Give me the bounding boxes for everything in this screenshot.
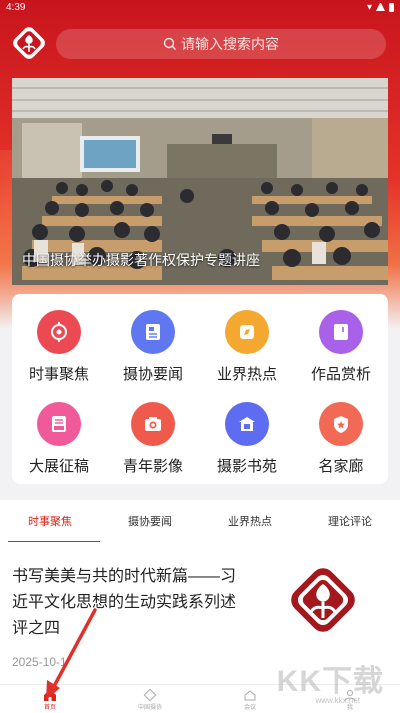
nav-association[interactable]: 中国摄协	[100, 685, 200, 713]
grid-item-label: 大展征稿	[28, 458, 89, 475]
tab-label: 业界热点	[228, 516, 272, 528]
grid-item-shangxi[interactable]: 作品赏析	[294, 294, 388, 384]
grid-item-label: 名家廊	[318, 458, 364, 475]
camera-icon	[131, 402, 175, 446]
status-bar: 4:39 ▾	[0, 0, 400, 14]
grid-item-shishi[interactable]: 时事聚焦	[12, 294, 106, 384]
badge-icon	[319, 402, 363, 446]
watermark-brand: KK下载	[276, 665, 384, 698]
library-icon	[225, 402, 269, 446]
article-title: 书写美美与共的时代新篇——习近平文化思想的生动实践系列述评之四	[12, 568, 237, 637]
nav-home[interactable]: 首页	[0, 685, 100, 713]
grid-item-label: 摄影书苑	[216, 458, 277, 475]
search-icon	[163, 37, 176, 50]
frame-icon	[319, 310, 363, 354]
diamond-icon	[143, 688, 157, 701]
grid-item-label: 时事聚焦	[28, 366, 89, 383]
status-icons: ▾	[367, 2, 394, 13]
watermark-url: www.kkx.net	[315, 696, 360, 705]
grid-item-label: 摄协要闻	[122, 366, 183, 383]
nav-label: 中国摄协	[137, 704, 162, 711]
tab-label: 时事聚焦	[28, 516, 72, 528]
status-time: 4:39	[6, 1, 26, 13]
search-placeholder: 请输入搜索内容	[181, 36, 279, 52]
category-tabs: 时事聚焦 摄协要闻 业界热点 理论评论	[0, 500, 400, 542]
grid-item-mingjia[interactable]: 名家廊	[294, 386, 388, 476]
grid-item-redian[interactable]: 业界热点	[200, 294, 294, 384]
category-grid: 时事聚焦 摄协要闻 业界热点 作品赏析 大展征稿 青年影像 摄影书苑 名家廊	[12, 294, 388, 484]
target-icon	[37, 310, 81, 354]
article-date: 2025-10-1	[12, 655, 67, 669]
tab-xiehui[interactable]: 摄协要闻	[100, 500, 200, 542]
grid-item-zhenggao[interactable]: 大展征稿	[12, 386, 106, 476]
grid-item-label: 作品赏析	[310, 366, 371, 383]
battery-icon	[389, 2, 394, 12]
grid-item-label: 青年影像	[122, 458, 183, 475]
wifi-icon: ▾	[366, 1, 372, 13]
grid-item-label: 业界热点	[216, 366, 277, 383]
tab-redian[interactable]: 业界热点	[200, 500, 300, 542]
signal-icon	[376, 3, 385, 11]
nav-label: 首页	[43, 704, 56, 711]
compass-icon	[225, 310, 269, 354]
grid-item-xiehui[interactable]: 摄协要闻	[106, 294, 200, 384]
house-icon	[244, 689, 256, 700]
inbox-icon	[37, 402, 81, 446]
banner-caption[interactable]: 中国摄协举办摄影著作权保护专题讲座	[22, 250, 260, 270]
app-logo-icon	[13, 27, 45, 59]
search-input[interactable]: 请输入搜索内容	[56, 29, 386, 59]
nav-label: 会议	[243, 704, 256, 711]
article-thumbnail-logo-icon	[291, 568, 355, 632]
tab-label: 摄协要闻	[128, 516, 172, 528]
tab-shishi[interactable]: 时事聚焦	[0, 500, 100, 542]
tab-label: 理论评论	[328, 516, 372, 528]
home-icon	[44, 689, 56, 701]
grid-item-qingnian[interactable]: 青年影像	[106, 386, 200, 476]
news-icon	[131, 310, 175, 354]
grid-item-shuyuan[interactable]: 摄影书苑	[200, 386, 294, 476]
tab-lilun[interactable]: 理论评论	[300, 500, 400, 542]
